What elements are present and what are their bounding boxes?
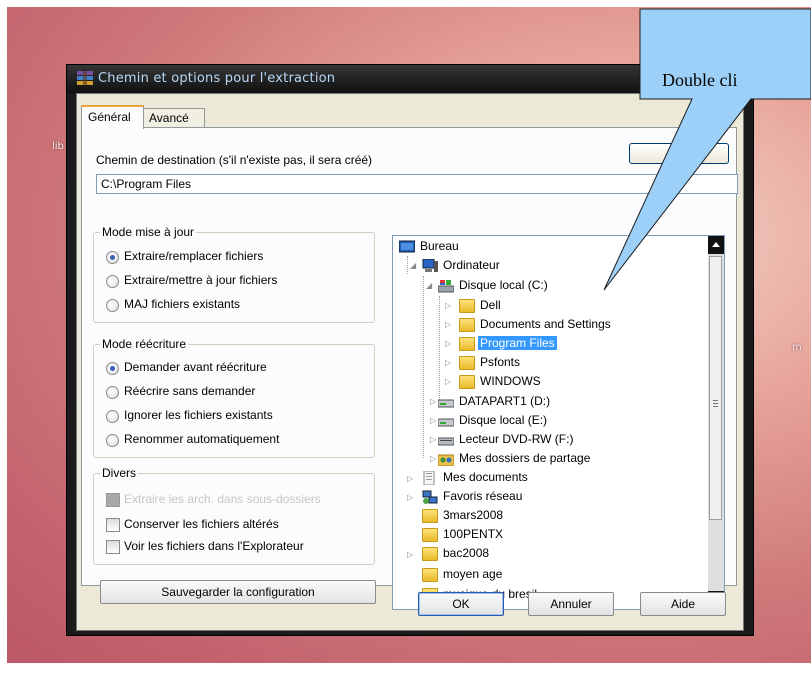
callout-text: Double cli xyxy=(662,70,738,90)
tab-general[interactable]: Général xyxy=(81,105,144,129)
tab-general-label: Général xyxy=(88,110,131,124)
callout-annotation xyxy=(603,8,811,291)
